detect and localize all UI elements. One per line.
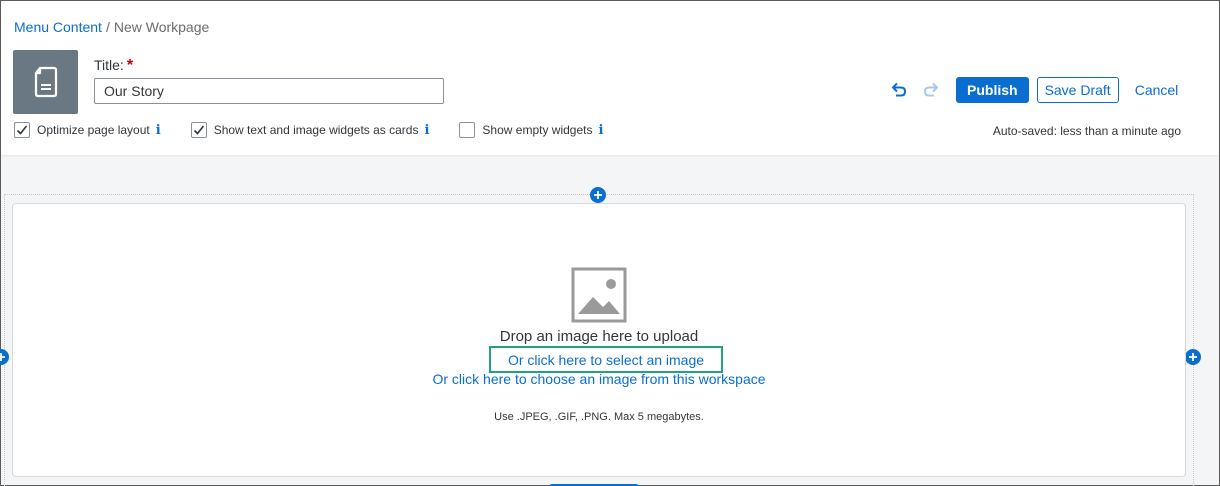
option-empty-widgets: Show empty widgets i (459, 122, 603, 138)
page-options: Optimize page layout i Show text and ima… (14, 122, 633, 138)
checkmark-icon (16, 125, 28, 135)
checkmark-icon (193, 125, 204, 135)
info-icon[interactable]: i (156, 123, 161, 138)
plus-icon (1189, 353, 1197, 361)
required-marker: * (126, 57, 134, 74)
option-optimize-layout: Optimize page layout i (14, 122, 161, 138)
save-draft-button[interactable]: Save Draft (1036, 77, 1119, 103)
image-placeholder-icon (571, 267, 627, 328)
optimize-layout-checkbox[interactable] (14, 122, 30, 138)
redo-icon (923, 82, 939, 97)
drop-image-text: Drop an image here to upload (499, 328, 699, 345)
info-icon[interactable]: i (598, 123, 603, 138)
cards-checkbox[interactable] (190, 122, 207, 138)
empty-widgets-checkbox[interactable] (459, 122, 476, 138)
empty-widgets-label: Show empty widgets (482, 123, 593, 137)
add-section-above-button[interactable] (590, 187, 606, 203)
undo-button[interactable] (886, 77, 912, 103)
option-cards: Show text and image widgets as cards i (190, 122, 429, 138)
title-label: Title: * (94, 57, 133, 75)
select-image-link[interactable]: Or click here to select an image (508, 352, 704, 368)
upload-hint: Use .JPEG, .GIF, .PNG. Max 5 megabytes. (494, 411, 704, 423)
breadcrumb-menu-content-link[interactable]: Menu Content (14, 19, 102, 35)
select-image-highlight: Or click here to select an image (489, 346, 723, 373)
breadcrumb-current: New Workpage (113, 19, 210, 35)
title-label-text: Title: (94, 57, 124, 73)
plus-icon (0, 353, 5, 361)
publish-button[interactable]: Publish (956, 77, 1029, 103)
autosave-status: Auto-saved: less than a minute ago (992, 124, 1181, 138)
workspace-image-row: Or click here to choose an image from th… (13, 371, 1185, 389)
breadcrumb-separator: / (105, 19, 110, 35)
redo-button[interactable] (918, 77, 944, 103)
cancel-button[interactable]: Cancel (1127, 77, 1187, 103)
page-header: Menu Content/New Workpage Title:* Publis… (1, 1, 1219, 155)
optimize-layout-label: Optimize page layout (37, 123, 150, 137)
info-icon[interactable]: i (424, 123, 429, 138)
toolbar: Publish Save Draft Cancel (886, 77, 1186, 103)
plus-icon (594, 191, 602, 199)
image-widget[interactable]: Drop an image here to upload Or click he… (12, 203, 1186, 477)
title-input[interactable] (94, 78, 444, 104)
breadcrumb: Menu Content / New Workpage (14, 19, 209, 35)
document-icon (13, 50, 78, 114)
add-widget-right-button[interactable] (1185, 349, 1201, 365)
cards-label: Show text and image widgets as cards (213, 123, 419, 137)
undo-icon (891, 82, 907, 97)
choose-workspace-image-link[interactable]: Or click here to choose an image from th… (432, 371, 765, 387)
